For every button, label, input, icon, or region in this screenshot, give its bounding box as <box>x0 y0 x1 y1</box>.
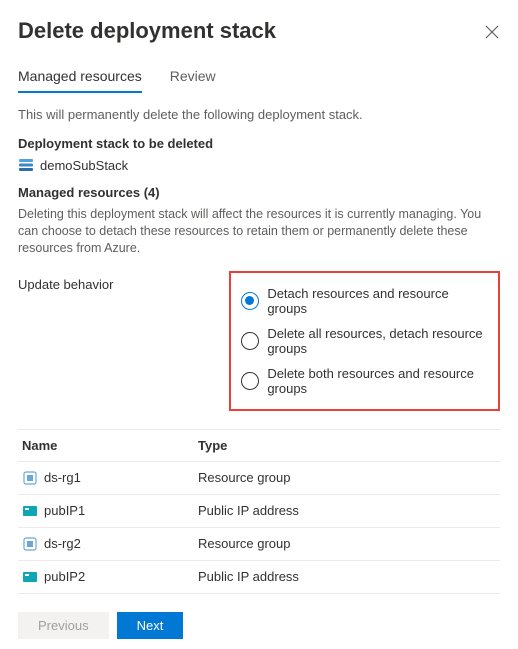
radio-button-icon <box>241 372 259 390</box>
radio-button-icon <box>241 292 259 310</box>
close-icon[interactable] <box>484 24 500 40</box>
update-behavior-radiogroup: Detach resources and resource groups Del… <box>229 271 500 411</box>
table-row[interactable]: pubIP2 Public IP address <box>18 561 500 594</box>
resource-group-icon <box>22 536 38 552</box>
resource-type: Resource group <box>198 528 500 559</box>
next-button[interactable]: Next <box>117 612 184 639</box>
resource-name: ds-rg1 <box>44 470 81 485</box>
update-behavior-row: Update behavior Detach resources and res… <box>18 271 500 411</box>
radio-delete-both[interactable]: Delete both resources and resource group… <box>241 361 488 401</box>
resource-type: Public IP address <box>198 561 500 592</box>
radio-delete-resources[interactable]: Delete all resources, detach resource gr… <box>241 321 488 361</box>
stack-row: demoSubStack <box>18 157 500 173</box>
resource-type: Resource group <box>198 462 500 493</box>
intro-text: This will permanently delete the followi… <box>18 107 500 122</box>
resource-name: ds-rg2 <box>44 536 81 551</box>
update-behavior-label: Update behavior <box>18 271 229 292</box>
column-header-name[interactable]: Name <box>18 430 198 461</box>
managed-resources-description: Deleting this deployment stack will affe… <box>18 206 500 257</box>
tab-managed-resources[interactable]: Managed resources <box>18 68 142 92</box>
previous-button[interactable]: Previous <box>18 612 109 639</box>
resource-name: pubIP1 <box>44 503 85 518</box>
resources-table: Name Type ds-rg1 Resource group pubIP1 P… <box>18 429 500 594</box>
public-ip-icon <box>22 503 38 519</box>
footer-buttons: Previous Next <box>18 612 500 639</box>
table-row[interactable]: pubIP1 Public IP address <box>18 495 500 528</box>
header-row: Delete deployment stack <box>18 18 500 44</box>
stack-name: demoSubStack <box>40 158 128 173</box>
radio-label: Detach resources and resource groups <box>267 286 488 316</box>
resource-name: pubIP2 <box>44 569 85 584</box>
resource-type: Public IP address <box>198 495 500 526</box>
tab-review[interactable]: Review <box>170 68 216 92</box>
table-row[interactable]: ds-rg1 Resource group <box>18 462 500 495</box>
radio-detach[interactable]: Detach resources and resource groups <box>241 281 488 321</box>
tabs: Managed resources Review <box>18 68 500 93</box>
managed-resources-label: Managed resources (4) <box>18 185 500 200</box>
stack-section-label: Deployment stack to be deleted <box>18 136 500 151</box>
public-ip-icon <box>22 569 38 585</box>
resource-group-icon <box>22 470 38 486</box>
radio-label: Delete all resources, detach resource gr… <box>267 326 488 356</box>
table-row[interactable]: ds-rg2 Resource group <box>18 528 500 561</box>
radio-label: Delete both resources and resource group… <box>267 366 488 396</box>
table-header: Name Type <box>18 429 500 462</box>
panel-title: Delete deployment stack <box>18 18 276 44</box>
delete-stack-panel: Delete deployment stack Managed resource… <box>0 0 518 649</box>
radio-button-icon <box>241 332 259 350</box>
deployment-stack-icon <box>18 157 34 173</box>
column-header-type[interactable]: Type <box>198 430 500 461</box>
